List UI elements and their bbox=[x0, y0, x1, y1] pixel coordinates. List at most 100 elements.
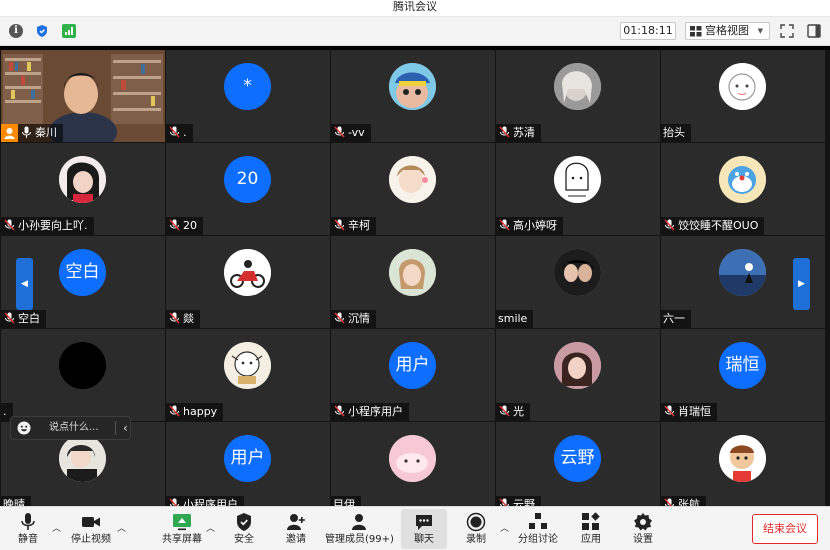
participant-tile[interactable]: 光 bbox=[496, 329, 660, 421]
view-mode-label: 宫格视图 bbox=[705, 24, 749, 37]
title-bar: 腾讯会议 bbox=[0, 0, 830, 17]
participant-name: 苏清 bbox=[496, 124, 541, 142]
divider bbox=[115, 421, 116, 435]
microphone-muted-icon bbox=[169, 126, 180, 138]
share-screen-button[interactable]: 共享屏幕 bbox=[160, 509, 204, 549]
microphone-icon bbox=[22, 126, 31, 138]
participant-tile[interactable]: 张航 bbox=[661, 422, 825, 506]
apps-button[interactable]: 应用 bbox=[575, 509, 607, 549]
microphone-muted-icon bbox=[4, 219, 15, 231]
participant-tile[interactable]: happy bbox=[166, 329, 330, 421]
avatar bbox=[389, 156, 436, 203]
record-options-chevron-icon[interactable]: ︿ bbox=[500, 521, 509, 534]
microphone-icon bbox=[21, 513, 35, 530]
participant-name: 高小婷呀 bbox=[496, 217, 563, 235]
participant-tile[interactable]: 云野 云野 bbox=[496, 422, 660, 506]
participant-tile[interactable]: 秦川 bbox=[1, 50, 165, 142]
microphone-muted-icon bbox=[169, 312, 180, 324]
fullscreen-icon[interactable] bbox=[779, 23, 795, 39]
chat-input[interactable]: 说点什么... ‹ bbox=[10, 416, 131, 440]
settings-button[interactable]: 设置 bbox=[627, 509, 659, 549]
avatar: 用户 bbox=[224, 435, 271, 482]
participant-name: 光 bbox=[496, 403, 530, 421]
record-button[interactable]: 录制 bbox=[460, 509, 492, 549]
participant-tile[interactable]: . bbox=[1, 329, 165, 421]
participant-tile[interactable]: 苏清 bbox=[496, 50, 660, 142]
end-meeting-button[interactable]: 结束会议 bbox=[752, 514, 818, 544]
apps-icon bbox=[582, 512, 600, 530]
participant-name: 空白 bbox=[1, 310, 46, 328]
participant-tile[interactable]: 小孙要向上吖. bbox=[1, 143, 165, 235]
view-mode-dropdown[interactable]: 宫格视图 ▼ bbox=[685, 22, 770, 40]
participant-name: 小孙要向上吖. bbox=[1, 217, 94, 235]
previous-page-button[interactable]: ◀ bbox=[16, 258, 33, 310]
avatar: 云野 bbox=[554, 435, 601, 482]
invite-button[interactable]: 邀请 bbox=[280, 509, 312, 549]
avatar bbox=[554, 156, 601, 203]
meeting-info-bar: i 01:18:11 宫格视图 ▼ bbox=[0, 17, 830, 46]
participant-name: 秦川 bbox=[18, 124, 63, 142]
audio-options-chevron-icon[interactable]: ︿ bbox=[52, 521, 61, 534]
breakout-rooms-button[interactable]: 分组讨论 bbox=[516, 509, 560, 549]
participant-name: 20 bbox=[166, 217, 203, 235]
grid-view-icon bbox=[690, 25, 702, 36]
participant-tile[interactable]: 高小婷呀 bbox=[496, 143, 660, 235]
participant-name: . bbox=[166, 124, 193, 142]
participant-tile[interactable]: 燚 bbox=[166, 236, 330, 328]
chat-button[interactable]: 聊天 bbox=[401, 509, 447, 549]
participant-tile[interactable]: * . bbox=[166, 50, 330, 142]
participant-name: 云野 bbox=[496, 496, 541, 506]
avatar bbox=[554, 249, 601, 296]
participant-name: 目伊 bbox=[331, 496, 361, 506]
participant-tile[interactable]: 饺饺睡不醒OUO bbox=[661, 143, 825, 235]
participant-name: -vv bbox=[331, 124, 371, 142]
info-icon[interactable]: i bbox=[9, 24, 23, 38]
participant-name: 六一 bbox=[661, 310, 691, 328]
sidepanel-icon[interactable] bbox=[806, 23, 822, 39]
chevron-left-icon: ◀ bbox=[21, 279, 28, 289]
manage-members-button[interactable]: 管理成员(99+) bbox=[325, 509, 394, 549]
participant-tile[interactable]: smile bbox=[496, 236, 660, 328]
participant-tile[interactable]: 用户 小程序用户 bbox=[166, 422, 330, 506]
host-badge bbox=[1, 124, 18, 142]
avatar bbox=[224, 249, 271, 296]
share-screen-icon bbox=[173, 514, 191, 531]
participant-tile[interactable]: 辛柯 bbox=[331, 143, 495, 235]
emoji-icon[interactable] bbox=[17, 421, 31, 435]
microphone-muted-icon bbox=[664, 405, 675, 417]
microphone-muted-icon bbox=[334, 219, 345, 231]
mute-button[interactable]: 静音 bbox=[10, 509, 46, 549]
participant-tile[interactable]: 瑞恒 肖瑞恒 bbox=[661, 329, 825, 421]
invite-user-icon bbox=[287, 514, 305, 530]
share-options-chevron-icon[interactable]: ︿ bbox=[206, 521, 215, 534]
participant-name: 张航 bbox=[661, 496, 706, 506]
microphone-muted-icon bbox=[499, 405, 510, 417]
microphone-muted-icon bbox=[334, 312, 345, 324]
avatar: * bbox=[224, 63, 271, 110]
video-options-chevron-icon[interactable]: ︿ bbox=[117, 521, 126, 534]
signal-icon[interactable] bbox=[62, 24, 76, 38]
avatar bbox=[389, 63, 436, 110]
participant-tile[interactable]: 用户 小程序用户 bbox=[331, 329, 495, 421]
stop-video-button[interactable]: 停止视频 bbox=[68, 509, 114, 549]
shield-icon[interactable] bbox=[35, 24, 49, 38]
security-button[interactable]: 安全 bbox=[228, 509, 260, 549]
avatar bbox=[719, 63, 766, 110]
next-page-button[interactable]: ▶ bbox=[793, 258, 810, 310]
window-title: 腾讯会议 bbox=[393, 0, 437, 13]
participant-tile[interactable]: 20 20 bbox=[166, 143, 330, 235]
collapse-chat-icon[interactable]: ‹ bbox=[123, 417, 128, 439]
avatar bbox=[554, 342, 601, 389]
participant-name: 晚晴 bbox=[1, 496, 31, 506]
microphone-muted-icon bbox=[664, 498, 674, 506]
chat-placeholder: 说点什么... bbox=[49, 422, 99, 433]
participant-tile[interactable]: 目伊 bbox=[331, 422, 495, 506]
participant-tile[interactable]: -vv bbox=[331, 50, 495, 142]
avatar bbox=[719, 435, 766, 482]
participant-tile[interactable]: 抬头 bbox=[661, 50, 825, 142]
participant-name: 小程序用户 bbox=[166, 496, 244, 506]
participant-tile[interactable]: 沉情 bbox=[331, 236, 495, 328]
user-icon bbox=[4, 128, 15, 139]
microphone-muted-icon bbox=[4, 312, 15, 324]
microphone-muted-icon bbox=[499, 498, 509, 506]
